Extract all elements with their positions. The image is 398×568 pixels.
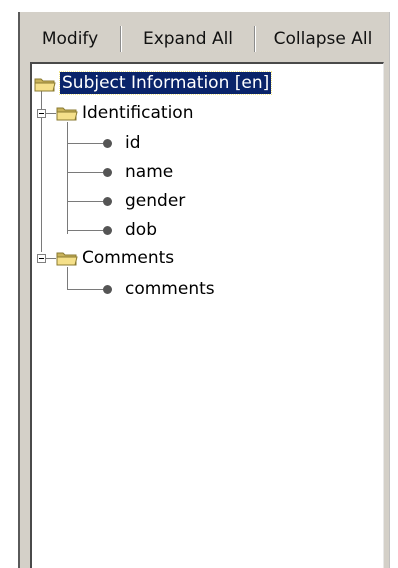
tree-node-root[interactable]: Subject Information [en] [58,71,273,95]
folder-open-icon [34,78,56,92]
tree-node-gender[interactable]: gender [123,190,187,212]
tree-node-comments-group[interactable]: Comments [80,247,176,269]
tree-node-id[interactable]: id [123,132,143,154]
bullet-icon [103,285,112,294]
tree-connector [67,230,103,231]
tree-node-comments[interactable]: comments [123,278,217,300]
toolbar-separator [120,26,121,52]
folder-open-icon [56,252,78,266]
tree-node-identification[interactable]: Identification [80,102,195,124]
bullet-icon [103,226,112,235]
tree-connector [67,122,68,234]
tree-connector [67,289,103,290]
collapse-toggle-icon[interactable] [37,254,46,263]
tree-connector [67,267,68,289]
collapse-all-button[interactable]: Collapse All [260,24,386,54]
expand-all-button[interactable]: Expand All [126,24,250,54]
modify-button[interactable]: Modify [26,24,114,54]
bullet-icon [103,139,112,148]
bullet-icon [103,197,112,206]
tree-window: Modify Expand All Collapse All Subject I… [18,12,390,568]
tree-connector [67,172,103,173]
toolbar: Modify Expand All Collapse All [20,12,389,60]
folder-open-icon [56,107,78,121]
collapse-toggle-icon[interactable] [37,109,46,118]
tree-view[interactable]: Subject Information [en] Identification … [30,62,384,568]
tree-node-dob[interactable]: dob [123,219,159,241]
toolbar-separator [254,26,255,52]
bullet-icon [103,168,112,177]
tree-connector [46,113,56,114]
tree-connector [46,258,56,259]
tree-connector [67,201,103,202]
tree-connector [67,143,103,144]
tree-node-name[interactable]: name [123,161,175,183]
